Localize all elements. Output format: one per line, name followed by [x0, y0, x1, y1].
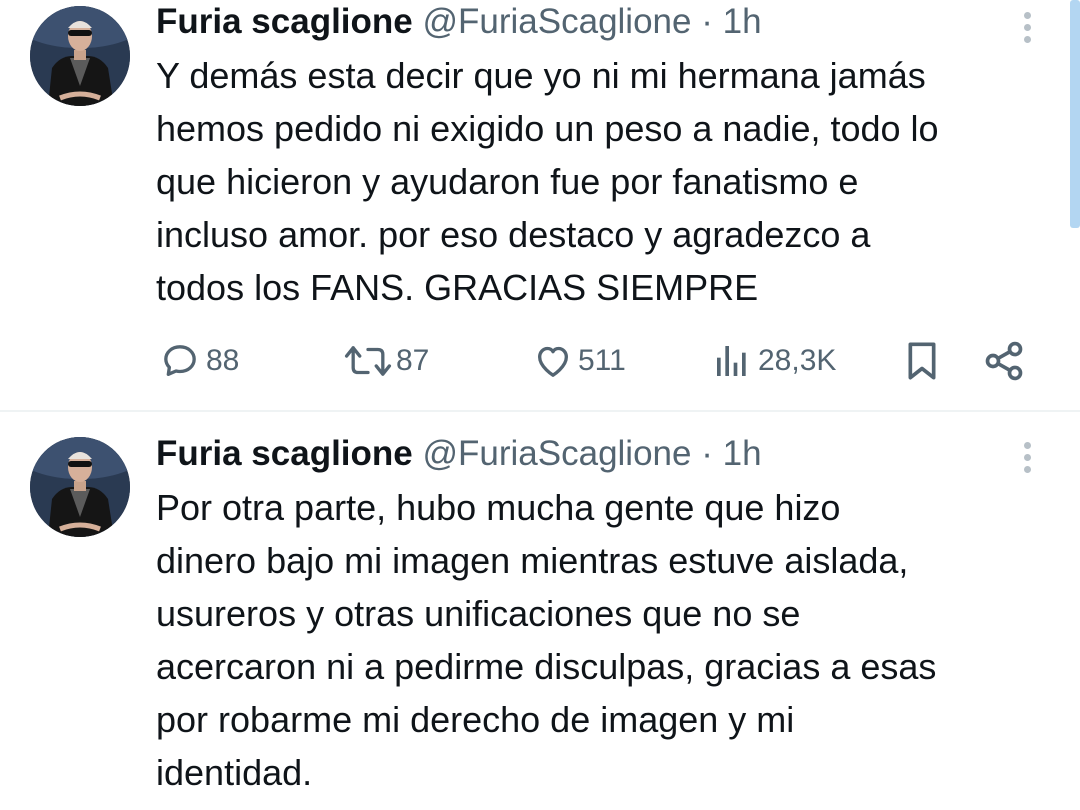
vertical-dots-icon: [1024, 12, 1031, 19]
tweet-text-line: Por otra parte, hubo mucha gente que hiz…: [156, 487, 841, 528]
header-separator: ·: [701, 2, 713, 41]
tweet-text-line: incluso amor. por eso destaco y agradezc…: [156, 214, 871, 255]
tweet-timestamp[interactable]: 1h: [723, 434, 762, 473]
tweet-text-line: dinero bajo mi imagen mientras estuve ai…: [156, 540, 909, 581]
reply-button[interactable]: 88: [160, 336, 239, 386]
views-button[interactable]: 28,3K: [712, 336, 836, 386]
share-icon: [985, 341, 1023, 381]
tweet-text-line: Y demás esta decir que yo ni mi hermana …: [156, 55, 926, 96]
author-name[interactable]: Furia scaglione: [156, 434, 413, 473]
bookmark-icon: [908, 342, 936, 380]
header-separator: ·: [701, 434, 713, 473]
author-handle[interactable]: @FuriaScaglione: [422, 434, 691, 473]
tweet[interactable]: Furia scaglione @FuriaScaglione · 1h Y d…: [0, 0, 1080, 410]
bookmark-button[interactable]: [902, 336, 942, 386]
comment-bubble-icon: [164, 345, 196, 376]
avatar[interactable]: [30, 437, 130, 537]
share-button[interactable]: [982, 336, 1026, 386]
heart-icon: [538, 346, 568, 377]
tweet-text: Y demás esta decir que yo ni mi hermana …: [156, 49, 1056, 314]
retweet-count: 87: [396, 344, 430, 377]
more-options-button[interactable]: [1016, 8, 1040, 48]
tweet-text-line: todos los FANS. GRACIAS SIEMPRE: [156, 267, 759, 308]
tweet-actions: 88 87 511 28,3K: [160, 336, 1040, 386]
reply-count: 88: [206, 344, 240, 377]
author-handle[interactable]: @FuriaScaglione: [422, 2, 691, 41]
tweet-text-line: por robarme mi derecho de imagen y mi: [156, 699, 795, 740]
vertical-dots-icon: [1024, 442, 1031, 449]
bar-chart-icon: [717, 346, 746, 376]
like-button[interactable]: 511: [532, 336, 626, 386]
tweet-text-line: usureros y otras unificaciones que no se: [156, 593, 801, 634]
tweet-timestamp[interactable]: 1h: [723, 2, 762, 41]
tweet-text-line: hemos pedido ni exigido un peso a nadie,…: [156, 108, 939, 149]
avatar-image: [30, 6, 130, 106]
more-options-button[interactable]: [1016, 438, 1040, 478]
retweet-button[interactable]: 87: [340, 336, 429, 386]
tweet-text: Por otra parte, hubo mucha gente que hiz…: [156, 481, 1056, 799]
avatar[interactable]: [30, 6, 130, 106]
tweet-text-line: que hicieron y ayudaron fue por fanatism…: [156, 161, 859, 202]
tweet-header: Furia scaglione @FuriaScaglione · 1h: [156, 0, 762, 44]
tweet-header: Furia scaglione @FuriaScaglione · 1h: [156, 432, 762, 476]
tweet[interactable]: Furia scaglione @FuriaScaglione · 1h Por…: [0, 412, 1080, 810]
tweet-text-line: identidad.: [156, 752, 313, 793]
tweet-text-line: acercaron ni a pedirme disculpas, gracia…: [156, 646, 937, 687]
author-name[interactable]: Furia scaglione: [156, 2, 413, 41]
retweet-arrows-icon: [344, 346, 392, 376]
avatar-image: [30, 437, 130, 537]
like-count: 511: [578, 344, 626, 377]
view-count: 28,3K: [758, 344, 837, 377]
